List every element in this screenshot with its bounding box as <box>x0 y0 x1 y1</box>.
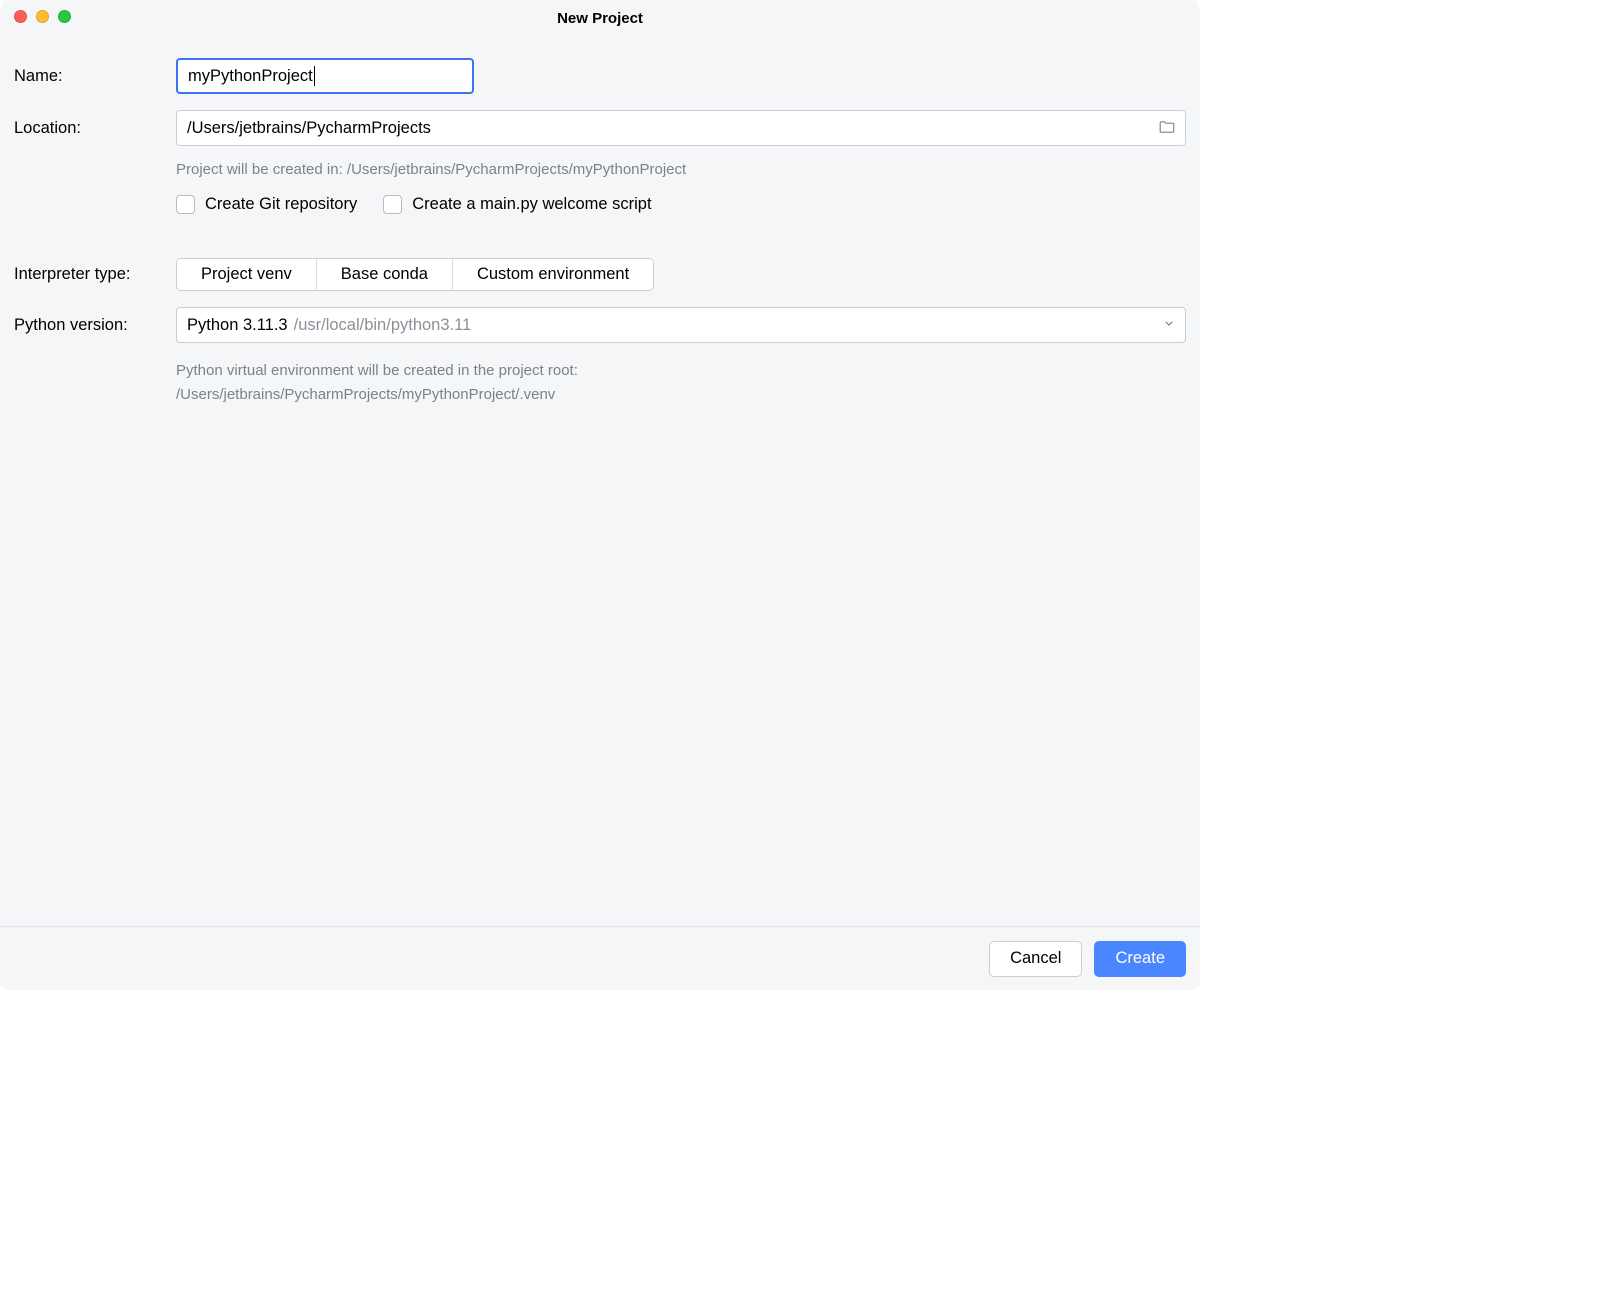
welcome-script-label: Create a main.py welcome script <box>412 195 651 214</box>
venv-hint-line2: /Users/jetbrains/PycharmProjects/myPytho… <box>176 383 1186 406</box>
interpreter-type-conda[interactable]: Base conda <box>317 259 453 290</box>
name-label: Name: <box>14 67 176 86</box>
minimize-window-button[interactable] <box>36 10 49 23</box>
python-version-name: Python 3.11.3 <box>187 316 288 335</box>
project-name-input[interactable]: myPythonProject <box>176 58 474 94</box>
git-repository-label: Create Git repository <box>205 195 357 214</box>
location-input[interactable]: /Users/jetbrains/PycharmProjects <box>176 110 1186 146</box>
created-in-hint: Project will be created in: /Users/jetbr… <box>14 158 1186 181</box>
browse-location-button[interactable] <box>1156 117 1178 139</box>
window-controls <box>14 10 71 23</box>
interpreter-type-segmented: Project venv Base conda Custom environme… <box>176 258 654 291</box>
create-button[interactable]: Create <box>1094 941 1186 977</box>
dialog-footer: Cancel Create <box>0 926 1200 990</box>
location-label: Location: <box>14 119 176 138</box>
welcome-script-checkbox[interactable]: Create a main.py welcome script <box>383 195 651 214</box>
python-version-row: Python version: Python 3.11.3 /usr/local… <box>14 307 1186 343</box>
window-title: New Project <box>557 10 643 27</box>
python-version-label: Python version: <box>14 316 176 335</box>
venv-hint: Python virtual environment will be creat… <box>14 359 1186 406</box>
location-value: /Users/jetbrains/PycharmProjects <box>187 119 431 138</box>
interpreter-type-venv[interactable]: Project venv <box>177 259 317 290</box>
chevron-down-icon <box>1163 316 1175 335</box>
checkbox-box <box>383 195 402 214</box>
close-window-button[interactable] <box>14 10 27 23</box>
python-version-dropdown[interactable]: Python 3.11.3 /usr/local/bin/python3.11 <box>176 307 1186 343</box>
project-name-value: myPythonProject <box>188 67 313 86</box>
folder-icon <box>1158 118 1176 139</box>
venv-hint-line1: Python virtual environment will be creat… <box>176 359 1186 382</box>
interpreter-type-custom[interactable]: Custom environment <box>453 259 653 290</box>
location-row: Location: /Users/jetbrains/PycharmProjec… <box>14 110 1186 146</box>
git-repository-checkbox[interactable]: Create Git repository <box>176 195 357 214</box>
titlebar: New Project <box>0 0 1200 36</box>
interpreter-type-label: Interpreter type: <box>14 265 176 284</box>
text-caret <box>314 66 315 86</box>
new-project-dialog: New Project Name: myPythonProject Locati… <box>0 0 1200 990</box>
cancel-button[interactable]: Cancel <box>989 941 1082 977</box>
interpreter-type-row: Interpreter type: Project venv Base cond… <box>14 258 1186 291</box>
python-version-path: /usr/local/bin/python3.11 <box>294 316 472 335</box>
name-row: Name: myPythonProject <box>14 58 1186 94</box>
dialog-content: Name: myPythonProject Location: /Users/j… <box>0 36 1200 926</box>
checkbox-box <box>176 195 195 214</box>
checkbox-row: Create Git repository Create a main.py w… <box>14 195 1186 214</box>
maximize-window-button[interactable] <box>58 10 71 23</box>
